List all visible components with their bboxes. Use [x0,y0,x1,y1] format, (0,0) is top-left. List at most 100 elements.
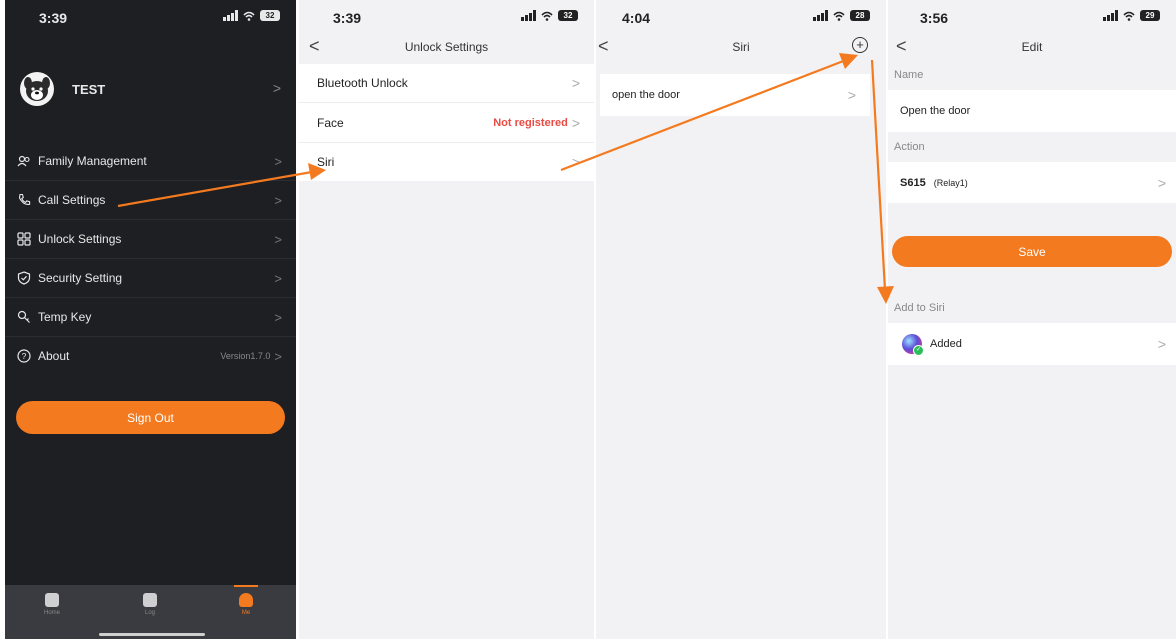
status-bar: 4:04 28 [596,0,886,34]
row-face[interactable]: Face Not registered > [299,103,594,143]
row-label: Face [317,115,344,130]
status-time: 3:39 [333,10,362,26]
status-time: 3:39 [39,10,68,26]
chevron-right-icon: > [571,75,580,91]
signal-icon [813,10,828,21]
wifi-icon [1123,11,1135,21]
tab-me[interactable]: Me [226,593,266,616]
menu-item-about[interactable]: ? About Version1.7.0 > [5,337,296,375]
siri-icon: ✓ [902,334,924,356]
action-relay: (Relay1) [933,177,968,188]
tab-label: Log [144,610,155,616]
nav-bar: < Siri + [596,34,886,60]
row-label: Siri [317,155,335,169]
tab-label: Home [43,610,60,616]
shield-icon [17,271,31,285]
add-to-siri-label: Add to Siri [894,302,945,314]
battery-icon: 29 [1140,10,1160,21]
row-label: Bluetooth Unlock [317,76,408,90]
chevron-right-icon: > [1157,336,1166,352]
status-bar: 3:56 29 [888,0,1176,34]
menu-item-temp-key[interactable]: Temp Key > [5,298,296,337]
unlock-settings-screen: 3:39 32 < Unlock Settings Bluetooth Unlo… [299,0,594,639]
battery-icon: 28 [850,10,870,21]
check-icon: ✓ [913,345,924,356]
save-button[interactable]: Save [892,236,1172,267]
siri-screen: 4:04 28 < Siri + open the door > [596,0,886,639]
key-icon [17,310,31,324]
row-label: open the door [612,89,680,101]
phone-icon [17,193,31,207]
tab-log[interactable]: Log [130,593,170,616]
status-time: 3:56 [920,10,949,26]
home-indicator [99,633,205,636]
signal-icon [223,10,238,21]
family-icon [17,154,31,168]
grid-icon [17,232,31,246]
tab-bar: Home Log Me [5,585,296,639]
wifi-icon [243,11,255,21]
chevron-right-icon: > [847,87,856,103]
home-icon [45,593,59,607]
edit-shortcut-screen: 3:56 29 < Edit Name Open the door Action… [888,0,1176,639]
user-name[interactable]: TEST [72,82,105,97]
siri-status: Added [930,338,962,350]
nav-bar: < Unlock Settings [299,34,594,60]
menu-item-family-management[interactable]: Family Management > [5,142,296,181]
menu-item-label: Security Setting [38,271,123,285]
svg-text:?: ? [22,351,27,361]
row-bluetooth-unlock[interactable]: Bluetooth Unlock > [299,64,594,103]
status-time: 4:04 [622,10,651,26]
shortcut-open-the-door[interactable]: open the door > [600,74,870,116]
nav-bar: < Edit [888,34,1176,60]
chevron-right-icon: > [274,270,282,286]
name-field[interactable]: Open the door [888,90,1176,132]
menu-item-label: Call Settings [38,193,106,207]
chevron-right-icon: > [1157,174,1166,191]
page-title: Siri [732,40,750,54]
menu-item-unlock-settings[interactable]: Unlock Settings > [5,220,296,259]
menu-item-label: About [38,349,70,363]
sign-out-button[interactable]: Sign Out [16,401,285,434]
menu-item-call-settings[interactable]: Call Settings > [5,181,296,220]
log-icon [143,593,157,607]
action-device: S615 [900,176,926,189]
chevron-right-icon: > [274,153,282,169]
status-bar: 3:39 32 [5,0,296,34]
avatar[interactable] [20,72,54,106]
chevron-right-icon: > [571,154,580,170]
battery-icon: 32 [558,10,578,21]
battery-icon: 32 [260,10,280,21]
chevron-right-icon: > [274,231,282,247]
add-to-siri-row[interactable]: ✓ Added > [888,323,1176,365]
active-tab-indicator [234,585,258,587]
face-status: Not registered [493,116,568,129]
menu-item-label: Unlock Settings [38,232,122,246]
add-shortcut-button[interactable]: + [852,37,868,53]
wifi-icon [541,11,553,21]
signal-icon [521,10,536,21]
name-label: Name [894,69,924,81]
status-bar: 3:39 32 [299,0,594,34]
me-screen: 3:39 32 TEST > Family Management > Call … [5,0,296,639]
tab-label: Me [241,610,251,616]
signal-icon [1103,10,1118,21]
name-value: Open the door [900,105,971,117]
page-title: Edit [1021,40,1043,54]
question-icon: ? [17,349,31,363]
menu-item-label: Temp Key [38,310,92,324]
chevron-right-icon: > [274,192,282,208]
app-version: Version1.7.0 [220,351,271,361]
action-label: Action [894,141,925,153]
menu-item-label: Family Management [38,154,147,168]
row-siri[interactable]: Siri > [299,143,594,181]
wifi-icon [833,11,845,21]
tab-home[interactable]: Home [32,593,72,616]
chevron-right-icon[interactable]: > [273,80,281,96]
chevron-right-icon: > [571,114,580,131]
menu-item-security-setting[interactable]: Security Setting > [5,259,296,298]
page-title: Unlock Settings [404,40,489,54]
chevron-right-icon: > [274,309,282,325]
person-icon [239,593,253,607]
action-row[interactable]: S615 (Relay1) > [888,162,1176,203]
